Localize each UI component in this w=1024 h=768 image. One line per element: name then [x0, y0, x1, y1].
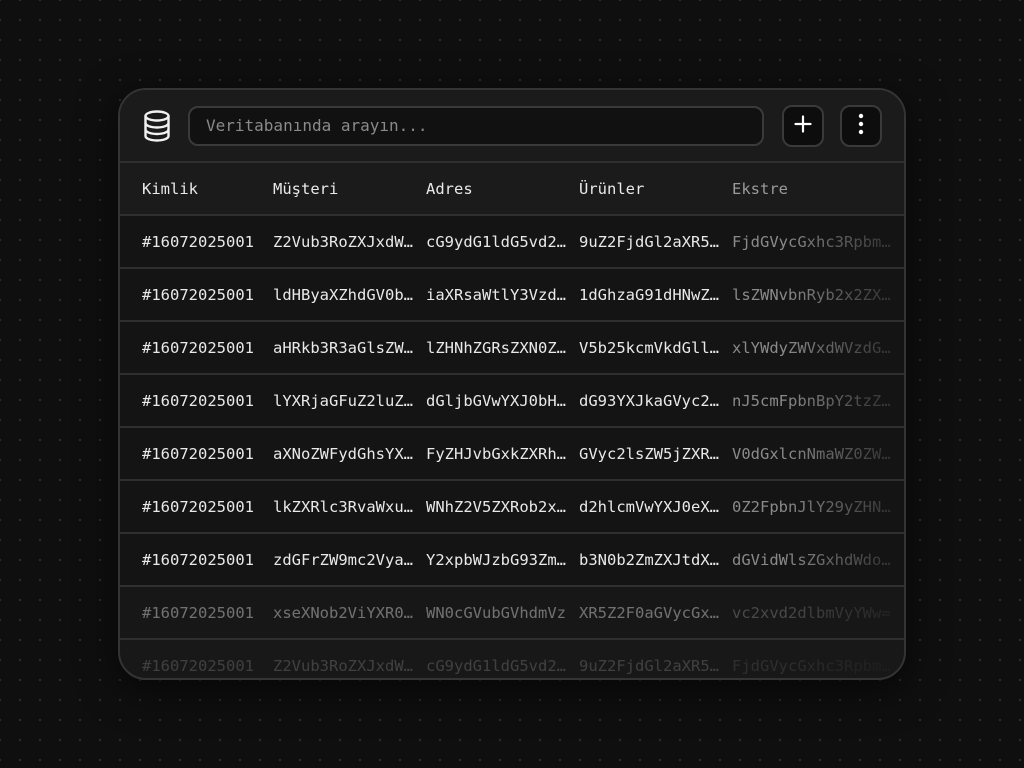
- cell-adres: lZHNhZGRsZXN0ZWFyaW5: [426, 338, 579, 357]
- cell-adres: dGljbGVwYXJ0bHVtYmVy: [426, 391, 579, 410]
- cell-ekstre: lsZWNvbnRyb2x2ZXJz: [732, 285, 900, 304]
- add-button[interactable]: [782, 104, 824, 147]
- cell-adres: FyZHJvbGxkZXRhaWxlZA: [426, 444, 579, 463]
- table-row[interactable]: #16072025001 lkZXRlc3RvaWxubWFr WNhZ2V5Z…: [120, 480, 904, 533]
- column-header-urunler[interactable]: Ürünler: [579, 163, 732, 216]
- table-row[interactable]: #16072025001 zdGFrZW9mc2VyaWVz Y2xpbWJzb…: [120, 533, 906, 586]
- table-row[interactable]: #16072025001 Z2Vub3RoZXJxdWlzZW4= cG9ydG…: [120, 215, 906, 268]
- cell-urunler: d2hlcmVwYXJ0eXNpbmc=: [579, 497, 732, 516]
- more-vertical-icon: [858, 113, 864, 139]
- plus-icon: [793, 114, 813, 138]
- cell-ekstre: vc2xvd2dlbmVyYWw=: [732, 603, 891, 622]
- table-row[interactable]: #16072025001 aXNoZWFydGhsYXlpbmc= FyZHJv…: [120, 427, 904, 480]
- cell-adres: Y2xpbWJzbG93ZmFzdGVy: [426, 550, 579, 569]
- cell-kimlik: #16072025001: [142, 285, 254, 304]
- cell-musteri: Z2Vub3RoZXJxdWlzZW4=: [273, 232, 426, 251]
- cell-musteri: zdGFrZW9mc2VyaWVz: [273, 550, 426, 569]
- cell-ekstre: V0dGxlcnNmaWZ0ZWVu: [732, 444, 900, 463]
- cell-urunler: dG93YXJkaGVyc2Vhc29u: [579, 391, 732, 410]
- column-header-ekstre[interactable]: Ekstre: [732, 163, 904, 216]
- cell-ekstre: 0Z2FpbnJlY29yZHNsaWRl: [732, 497, 904, 516]
- table-header-row: Kimlik Müşteri Adres Ürünler Ekstre: [120, 163, 904, 216]
- cell-kimlik: #16072025001: [142, 497, 254, 516]
- cell-musteri: aXNoZWFydGhsYXlpbmc=: [273, 444, 426, 463]
- cell-adres: WNhZ2V5ZXRob2xkZXJz: [426, 497, 579, 516]
- cell-adres: iaXRsaWtlY3VzdGFuY2U: [426, 285, 579, 304]
- cell-kimlik: #16072025001: [142, 550, 254, 569]
- table-row[interactable]: #16072025001 aHRkb3R3aGlsZWFsbA== lZHNhZ…: [120, 321, 906, 374]
- cell-musteri: lkZXRlc3RvaWxubWFr: [273, 497, 426, 516]
- table-row[interactable]: #16072025001 Z2Vub3RoZXJxdWlzZW4= cG9ydG…: [120, 639, 906, 678]
- column-header-kimlik[interactable]: Kimlik: [120, 163, 273, 216]
- more-options-button[interactable]: [840, 104, 882, 147]
- cell-adres: cG9ydG1ldG5vd2FsbGlj: [426, 232, 579, 251]
- cell-adres: cG9ydG1ldG5vd2FsbGlj: [426, 656, 579, 675]
- cell-urunler: V5b25kcmVkdGlleHRh: [579, 338, 732, 357]
- cell-ekstre: dGVidWlsZGxhdWdodGVy: [732, 550, 906, 569]
- cell-ekstre: nJ5cmFpbnBpY2tzZXQ=: [732, 391, 906, 410]
- cell-urunler: XR5Z2F0aGVycGxhY2U=: [579, 603, 732, 622]
- column-header-musteri[interactable]: Müşteri: [273, 163, 426, 216]
- cell-urunler: 9uZ2FjdGl2aXR5b3Jk: [579, 656, 732, 675]
- database-icon: [142, 109, 172, 143]
- cell-musteri: xseXNob2ViYXR0bGVz: [273, 603, 426, 622]
- table-row[interactable]: #16072025001 ldHByaXZhdGV0bmVzcw iaXRsaW…: [120, 268, 904, 321]
- cell-urunler: b3N0b2ZmZXJtdXNpY2Fs: [579, 550, 732, 569]
- cell-kimlik: #16072025001: [142, 656, 254, 675]
- table-row[interactable]: #16072025001 xseXNob2ViYXR0bGVz WN0cGVub…: [120, 586, 904, 639]
- cell-ekstre: FjdGVycGxhc3RpbmdyZW: [732, 656, 906, 675]
- search-box: [188, 105, 764, 146]
- records-table: Kimlik Müşteri Adres Ürünler Ekstre #160…: [120, 163, 906, 678]
- cell-urunler: 9uZ2FjdGl2aXR5b3Jk: [579, 232, 732, 251]
- search-input[interactable]: [204, 115, 748, 136]
- cell-kimlik: #16072025001: [142, 603, 254, 622]
- cell-musteri: ldHByaXZhdGV0bmVzcw: [273, 285, 426, 304]
- table-row[interactable]: #16072025001 lYXRjaGFuZ2luZ3RleHQ dGljbG…: [120, 374, 906, 427]
- cell-kimlik: #16072025001: [142, 444, 254, 463]
- cell-musteri: aHRkb3R3aGlsZWFsbA==: [273, 338, 426, 357]
- cell-musteri: Z2Vub3RoZXJxdWlzZW4=: [273, 656, 426, 675]
- cell-urunler: 1dGhzaG91dHNwZWxs: [579, 285, 732, 304]
- column-header-adres[interactable]: Adres: [426, 163, 579, 216]
- cell-kimlik: #16072025001: [142, 391, 254, 410]
- cell-urunler: GVyc2lsZW5jZXRyYWlu: [579, 444, 732, 463]
- cell-ekstre: xlYWdyZWVxdWVzdGlvbg: [732, 338, 906, 357]
- cell-ekstre: FjdGVycGxhc3RpbmdyZW: [732, 232, 906, 251]
- toolbar: [120, 90, 904, 163]
- cell-musteri: lYXRjaGFuZ2luZ3RleHQ: [273, 391, 426, 410]
- cell-adres: WN0cGVubGVhdmVz: [426, 603, 566, 622]
- database-table-card: Kimlik Müşteri Adres Ürünler Ekstre #160…: [118, 88, 906, 680]
- cell-kimlik: #16072025001: [142, 232, 254, 251]
- cell-kimlik: #16072025001: [142, 338, 254, 357]
